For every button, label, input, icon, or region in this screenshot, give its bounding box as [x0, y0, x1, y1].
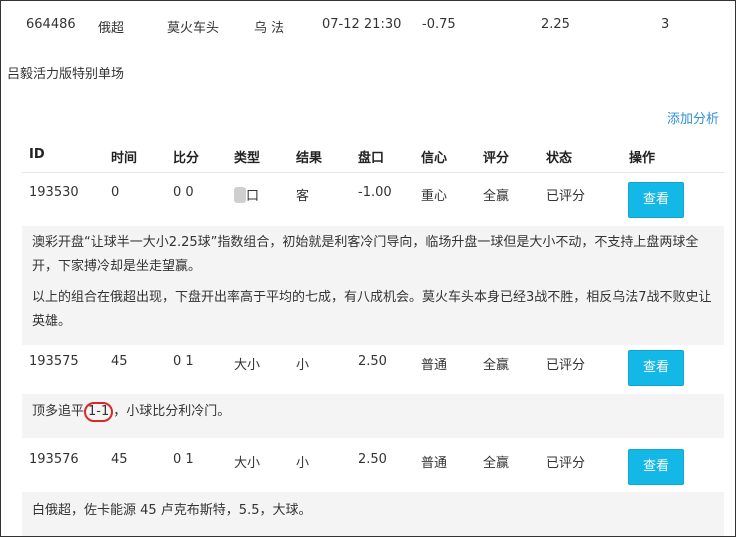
match-total: 2.25: [541, 17, 570, 32]
analysis-text: 顶多追平: [32, 404, 85, 419]
col-score: 比分: [173, 151, 200, 166]
table-row: 193575 45 0 1 大小 小 2.50 普通 全赢 已评分 查看: [22, 344, 724, 392]
row-status: 已评分: [546, 456, 586, 471]
view-button[interactable]: 查看: [628, 182, 684, 218]
match-row-top: 664486 俄超 莫火车头 乌 法 07-12 21:30 -0.75 2.2…: [0, 0, 736, 48]
analysis-paragraph: 顶多追平 1-1 ，小球比分利冷门。: [22, 394, 724, 430]
row-status: 已评分: [546, 358, 586, 373]
add-analysis-link[interactable]: 添加分析: [667, 108, 719, 127]
row-result: 小: [296, 358, 310, 373]
analysis-text: ，小球比分利冷门。: [113, 404, 231, 419]
match-id: 664486: [26, 17, 76, 32]
row-score: 0 1: [173, 452, 194, 467]
analysis-paragraph: 白俄超，佐卡能源 45 卢克布斯特，5.5，大球。: [32, 503, 312, 518]
row-type: 口: [234, 185, 259, 204]
col-action: 操作: [629, 151, 656, 166]
analysis-paragraph: 澳彩开盘“让球半一大小2.25球”指数组合，初始就是利客冷门导向，临场升盘一球但…: [32, 235, 699, 274]
col-status: 状态: [546, 151, 573, 166]
row-status: 已评分: [546, 189, 586, 204]
match-count: 3: [661, 17, 670, 32]
col-rating: 评分: [483, 151, 510, 166]
row-time: 45: [111, 354, 128, 369]
section-title: 吕毅活力版特别单场: [7, 67, 125, 82]
row-type-partial: 口: [246, 189, 260, 204]
match-home: 莫火车头: [167, 21, 220, 36]
row-id: 193530: [29, 185, 79, 200]
col-confidence: 信心: [421, 151, 448, 166]
row-id: 193575: [29, 354, 79, 369]
view-button[interactable]: 查看: [628, 449, 684, 485]
row-score: 0 1: [173, 354, 194, 369]
row-line: 2.50: [358, 452, 387, 467]
row-id: 193576: [29, 452, 79, 467]
row-confidence: 重心: [421, 189, 448, 204]
col-time: 时间: [111, 151, 138, 166]
match-league: 俄超: [98, 21, 125, 36]
analysis-block: 顶多追平 1-1 ，小球比分利冷门。: [22, 394, 724, 438]
row-result: 小: [296, 456, 310, 471]
col-line: 盘口: [358, 151, 385, 166]
row-rating: 全赢: [483, 189, 510, 204]
view-button[interactable]: 查看: [628, 350, 684, 386]
row-result: 客: [296, 189, 310, 204]
circled-score: 1-1: [84, 402, 114, 422]
analysis-block: 澳彩开盘“让球半一大小2.25球”指数组合，初始就是利客冷门导向，临场升盘一球但…: [22, 226, 724, 345]
col-result: 结果: [296, 151, 323, 166]
col-id: ID: [29, 147, 45, 162]
row-type: 大小: [234, 358, 261, 373]
match-handicap: -0.75: [422, 17, 456, 32]
row-line: -1.00: [358, 185, 392, 200]
col-type: 类型: [234, 151, 261, 166]
row-time: 0: [111, 185, 120, 200]
blurred-mark: [234, 187, 246, 203]
row-score: 0 0: [173, 185, 194, 200]
row-confidence: 普通: [421, 456, 448, 471]
row-rating: 全赢: [483, 358, 510, 373]
row-confidence: 普通: [421, 358, 448, 373]
table-row: 193576 45 0 1 大小 小 2.50 普通 全赢 已评分 查看: [22, 441, 724, 489]
row-line: 2.50: [358, 354, 387, 369]
row-type: 大小: [234, 456, 261, 471]
analysis-paragraph: 以上的组合在俄超出现，下盘开出率高于平均的七成，有八成机会。莫火车头本身已经3战…: [32, 290, 712, 329]
table-header: ID 时间 比分 类型 结果 盘口 信心 评分 状态 操作: [22, 146, 724, 173]
match-time: 07-12 21:30: [322, 17, 402, 32]
row-rating: 全赢: [483, 456, 510, 471]
analysis-block: 白俄超，佐卡能源 45 卢克布斯特，5.5，大球。: [22, 492, 724, 536]
match-away: 乌 法: [254, 21, 285, 36]
row-time: 45: [111, 452, 128, 467]
table-row: 193530 0 0 0 口 客 -1.00 重心 全赢 已评分 查看: [22, 174, 724, 222]
